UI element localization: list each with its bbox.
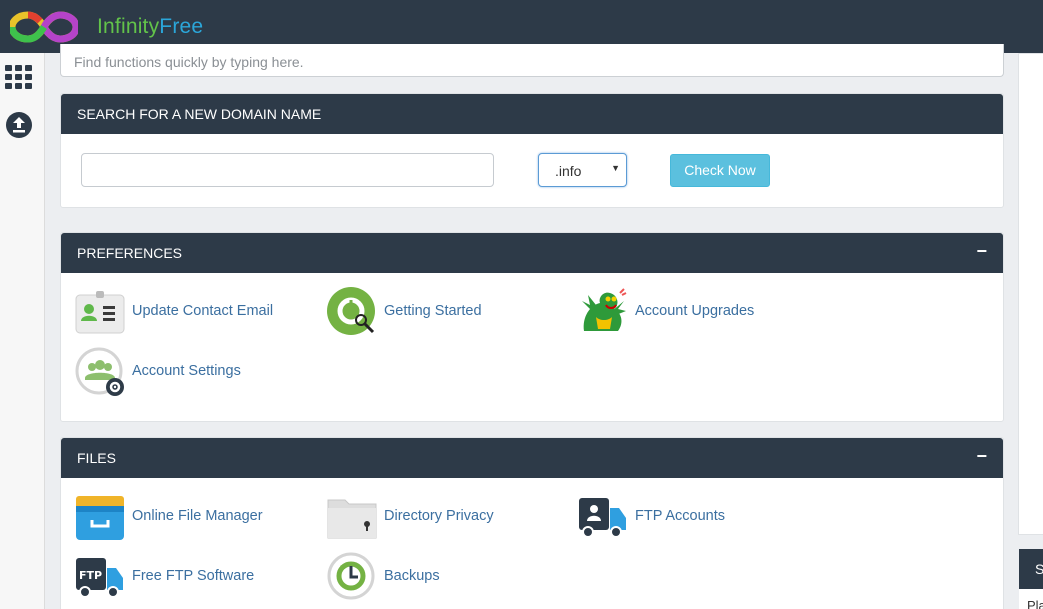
tld-select[interactable]: .info ▼ xyxy=(538,153,627,187)
directory-privacy-label: Directory Privacy xyxy=(384,508,494,524)
preferences-header[interactable]: PREFERENCES − xyxy=(61,233,1003,273)
free-ftp-software-label: Free FTP Software xyxy=(132,568,255,584)
svg-text:FTP: FTP xyxy=(79,569,102,582)
account-settings-item[interactable]: Account Settings xyxy=(75,347,275,397)
online-file-manager-item[interactable]: Online File Manager xyxy=(75,492,295,542)
ftp-truck-icon: FTP xyxy=(76,558,123,598)
files-header[interactable]: FILES − xyxy=(61,438,1003,478)
right-info-card xyxy=(1018,53,1043,535)
account-settings-label: Account Settings xyxy=(132,363,241,379)
getting-started-icon xyxy=(327,287,375,335)
backups-item[interactable]: Backups xyxy=(327,552,527,602)
free-ftp-software-item[interactable]: FTP Free FTP Software xyxy=(75,552,295,602)
account-upgrades-label: Account Upgrades xyxy=(635,303,755,319)
locked-folder-icon xyxy=(327,499,377,539)
files-panel: FILES − Online File Manager Directory Pr… xyxy=(60,437,1004,609)
ftp-accounts-label: FTP Accounts xyxy=(635,508,725,524)
upload-icon[interactable] xyxy=(5,111,33,139)
update-contact-email-item[interactable]: Update Contact Email xyxy=(75,287,295,337)
left-sidebar xyxy=(0,53,45,609)
online-file-manager-label: Online File Manager xyxy=(132,508,263,524)
collapse-icon[interactable]: − xyxy=(976,446,987,467)
backups-label: Backups xyxy=(384,568,440,584)
directory-privacy-item[interactable]: Directory Privacy xyxy=(327,492,527,542)
dragon-icon xyxy=(582,288,627,331)
ftp-truck-user-icon xyxy=(579,498,626,538)
right-panel-header: S xyxy=(1019,549,1043,589)
collapse-icon[interactable]: − xyxy=(976,241,987,262)
preferences-title: PREFERENCES xyxy=(77,245,183,261)
right-panel-body: Pla xyxy=(1019,589,1043,609)
tld-selected-value: .info xyxy=(555,163,582,179)
getting-started-item[interactable]: Getting Started xyxy=(327,287,527,337)
domain-search-header: SEARCH FOR A NEW DOMAIN NAME xyxy=(61,94,1003,134)
brand-free-text: Free xyxy=(159,15,204,38)
ftp-accounts-item[interactable]: FTP Accounts xyxy=(578,492,778,542)
brand-infinity-text: Infinity xyxy=(97,15,160,38)
domain-name-input[interactable] xyxy=(81,153,494,187)
file-cabinet-icon xyxy=(76,496,124,540)
check-now-button[interactable]: Check Now xyxy=(670,154,770,187)
brand-name: InfinityFree xyxy=(97,15,203,39)
getting-started-label: Getting Started xyxy=(384,303,482,319)
account-upgrades-item[interactable]: Account Upgrades xyxy=(578,287,778,337)
dropdown-arrow-icon: ▼ xyxy=(611,163,620,173)
user-settings-icon xyxy=(75,347,124,396)
preferences-panel: PREFERENCES − Update Contact Email Getti… xyxy=(60,232,1004,422)
domain-search-title: SEARCH FOR A NEW DOMAIN NAME xyxy=(77,106,322,122)
function-search-input[interactable]: Find functions quickly by typing here. xyxy=(60,44,1004,77)
domain-search-panel: SEARCH FOR A NEW DOMAIN NAME .info ▼ Che… xyxy=(60,93,1004,208)
grid-icon[interactable] xyxy=(5,63,33,91)
contact-card-icon xyxy=(75,291,125,334)
files-title: FILES xyxy=(77,450,116,466)
backup-clock-icon xyxy=(327,552,375,600)
infinity-logo-icon[interactable] xyxy=(10,9,78,45)
update-contact-email-label: Update Contact Email xyxy=(132,303,274,319)
